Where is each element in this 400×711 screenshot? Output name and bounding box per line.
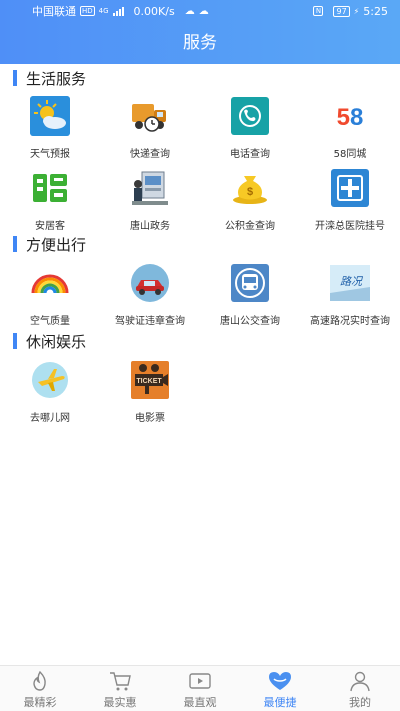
cart-icon: [107, 670, 133, 692]
speed-text: 0.00K/s: [133, 4, 175, 18]
cloud-icon: ☁: [184, 5, 195, 17]
service-qunar[interactable]: 去哪儿网: [0, 360, 100, 432]
delivery-truck-icon: [130, 96, 170, 136]
section-header-life: 生活服务: [13, 69, 87, 88]
flame-icon: [27, 670, 53, 692]
service-grid-travel: 空气质量 驾驶证违章查询 唐山公交查询 路况 高速路况实时查询: [0, 263, 400, 335]
service-air-quality[interactable]: 空气质量: [0, 263, 100, 335]
service-label: 公积金查询: [225, 221, 275, 232]
top-bar: 中国联通 HD 4G 0.00K/s ☁ ☁ N 97 ⚡ 5:25 服务: [0, 0, 400, 64]
user-icon: [347, 670, 373, 692]
service-housing-fund[interactable]: $ 公积金查询: [200, 168, 300, 240]
service-label: 天气预报: [30, 149, 70, 160]
svg-text:58: 58: [337, 104, 364, 131]
heart-icon: [267, 670, 293, 692]
section-title: 方便出行: [26, 235, 87, 254]
svg-text:$: $: [247, 186, 253, 198]
service-movie-ticket[interactable]: TICKET 电影票: [100, 360, 200, 432]
charging-icon: ⚡: [353, 6, 360, 16]
service-grid-leisure: 去哪儿网 TICKET 电影票: [0, 360, 400, 432]
service-label: 空气质量: [30, 316, 70, 327]
service-delivery[interactable]: 快递查询: [100, 96, 200, 168]
tab-label: 我的: [349, 696, 371, 709]
status-bar: 中国联通 HD 4G 0.00K/s ☁ ☁ N 97 ⚡ 5:25: [0, 0, 400, 22]
service-58[interactable]: 58 58同城: [300, 96, 400, 168]
hd-badge: HD: [80, 6, 95, 16]
rainbow-icon: [30, 263, 70, 303]
service-hospital[interactable]: 开滦总医院挂号: [300, 168, 400, 240]
video-icon: [187, 670, 213, 692]
tab-highlights[interactable]: 最精彩: [0, 666, 80, 711]
service-label: 高速路况实时查询: [310, 316, 390, 327]
network-type: 4G: [98, 7, 109, 15]
service-label: 安居客: [35, 221, 65, 232]
carrier-text: 中国联通: [32, 5, 76, 18]
section-accent-bar: [13, 70, 17, 86]
bus-icon: [230, 263, 270, 303]
bottom-tab-bar: 最精彩 最实惠 最直观 最便捷 我的: [0, 665, 400, 711]
tab-label: 最便捷: [263, 696, 297, 709]
service-highway[interactable]: 路况 高速路况实时查询: [300, 263, 400, 335]
section-title: 休闲娱乐: [26, 332, 87, 351]
tab-video[interactable]: 最直观: [160, 666, 240, 711]
car-icon: [130, 263, 170, 303]
road-logo-text: 路况: [340, 275, 364, 288]
service-label: 电话查询: [230, 149, 270, 160]
service-label: 电影票: [135, 413, 165, 424]
plane-icon: [30, 360, 70, 400]
section-accent-bar: [13, 333, 17, 349]
section-accent-bar: [13, 236, 17, 252]
service-government[interactable]: 唐山政务: [100, 168, 200, 240]
service-label: 58同城: [333, 149, 367, 160]
section-title: 生活服务: [26, 69, 87, 88]
tab-deals[interactable]: 最实惠: [80, 666, 160, 711]
tab-label: 最直观: [183, 696, 217, 709]
page-title: 服务: [183, 33, 217, 53]
service-label: 开滦总医院挂号: [315, 221, 385, 232]
nfc-icon: N: [313, 6, 324, 16]
service-weather[interactable]: 天气预报: [0, 96, 100, 168]
service-label: 驾驶证违章查询: [115, 316, 185, 327]
service-bus[interactable]: 唐山公交查询: [200, 263, 300, 335]
anjuke-logo-icon: [30, 168, 70, 208]
service-label: 快递查询: [130, 149, 170, 160]
service-label: 唐山政务: [130, 221, 170, 232]
weather-icon: [30, 96, 70, 136]
service-label: 去哪儿网: [30, 413, 70, 424]
ticket-text: TICKET: [136, 378, 162, 385]
phone-icon: [230, 96, 270, 136]
government-icon: [130, 168, 170, 208]
section-header-travel: 方便出行: [13, 235, 87, 254]
tab-label: 最实惠: [103, 696, 137, 709]
tab-convenient[interactable]: 最便捷: [240, 666, 320, 711]
service-anjuke[interactable]: 安居客: [0, 168, 100, 240]
movie-ticket-icon: TICKET: [130, 360, 170, 400]
tab-label: 最精彩: [23, 696, 57, 709]
service-label: 唐山公交查询: [220, 316, 280, 327]
58-logo-icon: 58: [330, 96, 370, 136]
clock: 5:25: [363, 4, 388, 18]
service-grid-life: 天气预报 快递查询 电话查询 58 58同城 安居客 唐山政务 $ 公积金查询 …: [0, 96, 400, 240]
battery-indicator: 97: [333, 5, 350, 17]
service-license-violation[interactable]: 驾驶证违章查询: [100, 263, 200, 335]
hospital-icon: [330, 168, 370, 208]
signal-icon: [112, 6, 124, 16]
cloud-sync-icon: ☁: [198, 5, 209, 17]
tab-profile[interactable]: 我的: [320, 666, 400, 711]
section-header-leisure: 休闲娱乐: [13, 332, 87, 351]
service-phone[interactable]: 电话查询: [200, 96, 300, 168]
road-icon: 路况: [330, 263, 370, 303]
money-bag-icon: $: [230, 168, 270, 208]
